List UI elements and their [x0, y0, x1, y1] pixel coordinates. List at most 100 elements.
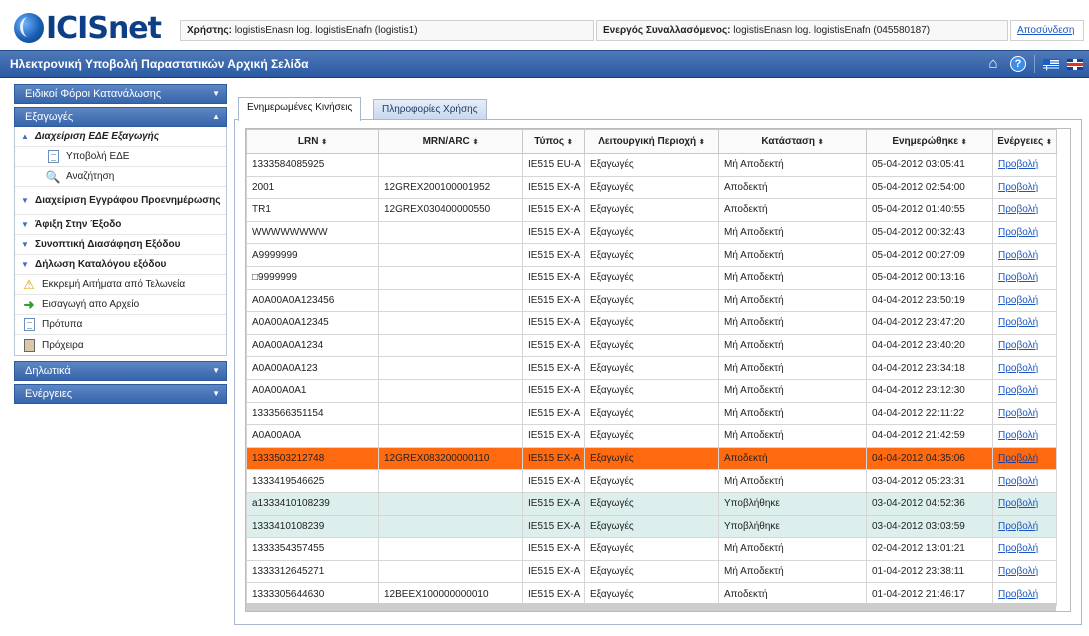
cell-type: IE515 EX-A	[522, 311, 585, 335]
view-link[interactable]: Προβολή	[998, 340, 1038, 351]
movements-grid[interactable]: LRN ⬍ MRN/ARC ⬍ Τύπος ⬍ Λειτουργική Περι…	[245, 128, 1071, 612]
sidebar-item-summary[interactable]: ▼ Συνοπτική Διασάφηση Εξόδου	[15, 235, 226, 255]
chevron-down-icon: ▼	[212, 89, 220, 98]
column-header-type[interactable]: Τύπος ⬍	[522, 129, 585, 154]
page-title: Ηλεκτρονική Υποβολή Παραστατικών Αρχική …	[10, 57, 309, 71]
cell-lrn: A0A00A0A	[246, 424, 379, 448]
cell-mrn: 12GREX030400000550	[378, 198, 523, 222]
triangle-down-icon: ▼	[21, 220, 29, 229]
table-row[interactable]: 1333354357455 IE515 EX-A Εξαγωγές Μή Αποδεκ…	[246, 537, 1057, 561]
uk-flag-icon[interactable]	[1067, 58, 1083, 70]
table-row[interactable]: A9999999 IE515 EX-A Εξαγωγές Μή Αποδεκτή 05-…	[246, 243, 1057, 267]
table-row[interactable]: □9999999 IE515 EX-A Εξαγωγές Μή Αποδεκτή 05-…	[246, 265, 1057, 290]
column-header-area[interactable]: Λειτουργική Περιοχή ⬍	[584, 129, 719, 154]
table-row[interactable]: 1333312645271 IE515 EX-A Εξαγωγές Μή Αποδεκ…	[246, 559, 1057, 584]
greek-flag-icon[interactable]	[1043, 55, 1059, 81]
help-icon[interactable]: ?	[1010, 56, 1026, 72]
item-label: Εκκρεμή Αιτήματα από Τελωνεία	[42, 279, 186, 290]
view-link[interactable]: Προβολή	[998, 385, 1038, 396]
table-row[interactable]: a1333410108239 IE515 EX-A Εξαγωγές Υποβλήθη…	[246, 491, 1057, 516]
view-link[interactable]: Προβολή	[998, 159, 1038, 170]
horizontal-scrollbar[interactable]	[246, 603, 1056, 611]
column-header-updated[interactable]: Ενημερώθηκε ⬍	[866, 129, 993, 154]
sidebar-item-submit[interactable]: Υποβολή ΕΔΕ	[15, 147, 226, 167]
item-label: Πρότυπα	[42, 319, 83, 330]
sidebar-item-arrival[interactable]: ▼ Άφιξη Στην Έξοδο	[15, 215, 226, 235]
table-row[interactable]: 2001 12GREX200100001952 IE515 EX-A Εξαγωγές…	[246, 175, 1057, 200]
table-row[interactable]: 1333503212748 12GREX083200000110 IE515 EX-…	[246, 446, 1057, 471]
triangle-down-icon: ▼	[21, 260, 29, 269]
cell-area: Εξαγωγές	[584, 243, 719, 267]
item-label: Υποβολή ΕΔΕ	[66, 151, 130, 162]
sidebar-item-manage-export[interactable]: ▲ Διαχείριση ΕΔΕ Εξαγωγής	[15, 127, 226, 147]
cell-area: Εξαγωγές	[584, 175, 719, 200]
view-link[interactable]: Προβολή	[998, 430, 1038, 441]
cell-type: IE515 EU-A	[522, 153, 585, 177]
sidebar-item-search[interactable]: 🔍 Αναζήτηση	[15, 167, 226, 187]
cell-status: Αποδεκτή	[718, 446, 867, 471]
view-link[interactable]: Προβολή	[998, 498, 1038, 509]
view-link[interactable]: Προβολή	[998, 521, 1038, 532]
cell-action: Προβολή	[992, 153, 1057, 177]
cell-mrn	[378, 537, 523, 561]
sidebar-item-import-file[interactable]: ➜ Εισαγωγή απο Αρχείο	[15, 295, 226, 315]
table-row[interactable]: A0A00A0A1234 IE515 EX-A Εξαγωγές Μή Αποδεκτ…	[246, 333, 1057, 358]
table-row[interactable]: 1333305644630 12BEEX100000000010 IE515 EX-…	[246, 582, 1057, 606]
item-label: Διαχείριση Εγγράφου Προενημέρωσης	[35, 195, 221, 206]
cell-action: Προβολή	[992, 265, 1057, 290]
view-link[interactable]: Προβολή	[998, 408, 1038, 419]
view-link[interactable]: Προβολή	[998, 363, 1038, 374]
triangle-down-icon: ▼	[21, 240, 29, 249]
cell-area: Εξαγωγές	[584, 356, 719, 380]
sidebar-item-templates[interactable]: Πρότυπα	[15, 315, 226, 335]
cell-mrn	[378, 559, 523, 584]
column-header-lrn[interactable]: LRN ⬍	[246, 129, 379, 154]
sidebar-item-predoc[interactable]: ▼ Διαχείριση Εγγράφου Προενημέρωσης	[15, 187, 226, 215]
view-link[interactable]: Προβολή	[998, 250, 1038, 261]
column-header-status[interactable]: Κατάσταση ⬍	[718, 129, 867, 154]
table-row[interactable]: 1333419546625 IE515 EX-A Εξαγωγές Μή Αποδεκ…	[246, 469, 1057, 493]
home-icon[interactable]: ⌂	[984, 55, 1002, 73]
view-link[interactable]: Προβολή	[998, 543, 1038, 554]
cell-updated: 04-04-2012 23:12:30	[866, 378, 993, 403]
table-row[interactable]: 1333410108239 IE515 EX-A Εξαγωγές Υποβλήθηκ…	[246, 514, 1057, 539]
logout-link[interactable]: Αποσύνδεση	[1017, 25, 1074, 36]
sidebar-item-pending[interactable]: ⚠ Εκκρεμή Αιτήματα από Τελωνεία	[15, 275, 226, 295]
cell-mrn	[378, 220, 523, 245]
view-link[interactable]: Προβολή	[998, 295, 1038, 306]
sidebar-section-actions[interactable]: Ενέργειες ▼	[14, 384, 227, 404]
chevron-up-icon: ▲	[212, 112, 220, 121]
table-row[interactable]: A0A00A0A123456 IE515 EX-A Εξαγωγές Μή Αποδε…	[246, 288, 1057, 313]
cell-lrn: A0A00A0A123	[246, 356, 379, 380]
table-row[interactable]: TR1 12GREX030400000550 IE515 EX-A Εξαγωγές Α…	[246, 198, 1057, 222]
view-link[interactable]: Προβολή	[998, 453, 1038, 464]
sidebar-section-exports[interactable]: Εξαγωγές ▲	[14, 107, 227, 127]
view-link[interactable]: Προβολή	[998, 227, 1038, 238]
table-row[interactable]: WWWWWWWW IE515 EX-A Εξαγωγές Μή Αποδεκτή 05-…	[246, 220, 1057, 245]
cell-type: IE515 EX-A	[522, 265, 585, 290]
column-header-mrn[interactable]: MRN/ARC ⬍	[378, 129, 523, 154]
view-link[interactable]: Προβολή	[998, 204, 1038, 215]
sidebar-item-drafts[interactable]: Πρόχειρα	[15, 335, 226, 355]
table-row[interactable]: 1333584085925 IE515 EU-A Εξαγωγές Μή Αποδεκ…	[246, 153, 1057, 177]
table-row[interactable]: A0A00A0A123 IE515 EX-A Εξαγωγές Μή Αποδεκτή…	[246, 356, 1057, 380]
sidebar-section-excise[interactable]: Ειδικοί Φόροι Κατανάλωσης ▼	[14, 84, 227, 104]
cell-status: Μή Αποδεκτή	[718, 288, 867, 313]
column-header-actions[interactable]: Ενέργειες ⬍	[992, 129, 1057, 154]
view-link[interactable]: Προβολή	[998, 566, 1038, 577]
view-link[interactable]: Προβολή	[998, 589, 1038, 600]
table-row[interactable]: A0A00A0A IE515 EX-A Εξαγωγές Μή Αποδεκτή 04-…	[246, 424, 1057, 448]
sidebar-item-catalog[interactable]: ▼ Δήλωση Καταλόγου εξόδου	[15, 255, 226, 275]
table-row[interactable]: 1333566351154 IE515 EX-A Εξαγωγές Μή Αποδεκ…	[246, 401, 1057, 426]
tab-usage-info[interactable]: Πληροφορίες Χρήσης	[373, 99, 487, 120]
view-link[interactable]: Προβολή	[998, 317, 1038, 328]
cell-mrn	[378, 378, 523, 403]
section-label: Ειδικοί Φόροι Κατανάλωσης	[25, 88, 162, 100]
table-row[interactable]: A0A00A0A12345 IE515 EX-A Εξαγωγές Μή Αποδεκ…	[246, 311, 1057, 335]
view-link[interactable]: Προβολή	[998, 272, 1038, 283]
view-link[interactable]: Προβολή	[998, 182, 1038, 193]
table-row[interactable]: A0A00A0A1 IE515 EX-A Εξαγωγές Μή Αποδεκτή 04…	[246, 378, 1057, 403]
tab-updated-movements[interactable]: Ενημερωμένες Κινήσεις	[238, 97, 362, 121]
view-link[interactable]: Προβολή	[998, 476, 1038, 487]
sidebar-section-declarations[interactable]: Δηλωτικά ▼	[14, 361, 227, 381]
